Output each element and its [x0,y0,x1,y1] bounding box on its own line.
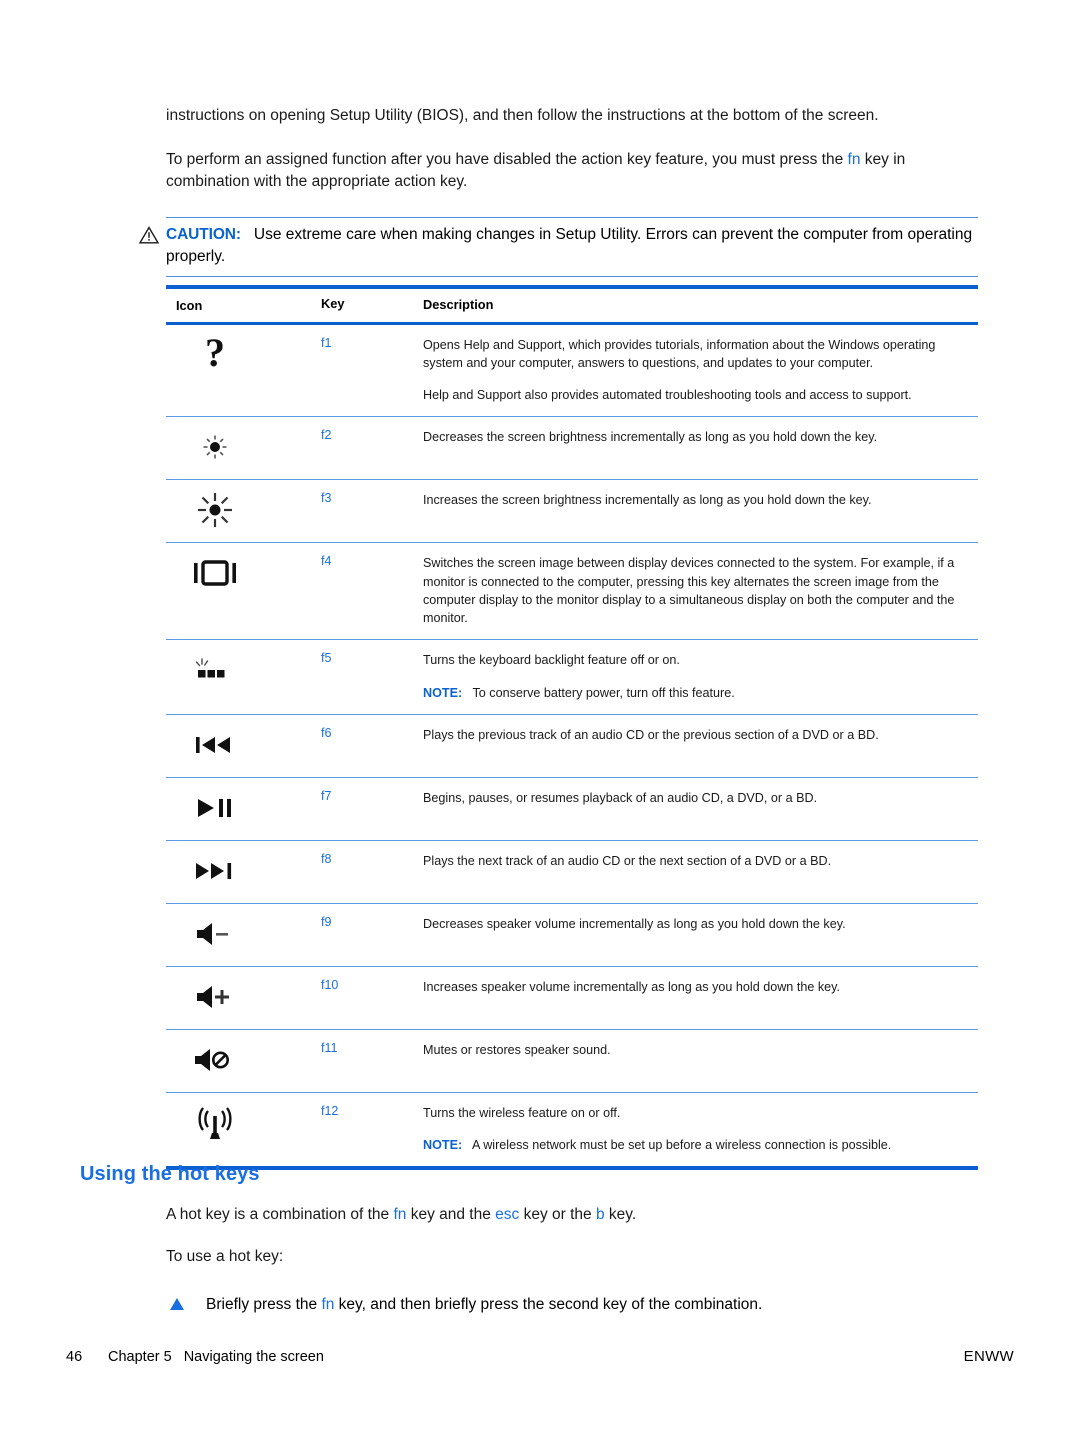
description-text: Turns the wireless feature on or off. [423,1105,621,1120]
wireless-icon [184,1101,246,1145]
section-body: A hot key is a combination of the fn key… [166,1204,978,1316]
document-page: instructions on opening Setup Utility (B… [0,0,1080,1437]
volume-down-icon [184,912,246,956]
hotkey-bullet-item: Briefly press the fn key, and then brief… [166,1294,978,1316]
volume-up-icon [184,975,246,1019]
description-text: Decreases the screen brightness incremen… [423,430,878,445]
intro-paragraph-2: To perform an assigned function after yo… [166,151,906,190]
table-row: f8 Plays the next track of an audio CD o… [166,841,978,904]
hotkey-intro-line: To use a hot key: [166,1248,284,1265]
table-row: f2 Decreases the screen brightness incre… [166,417,978,481]
key-label: f3 [321,491,332,506]
note-text: A wireless network must be set up before… [472,1138,892,1153]
table-row: f7 Begins, pauses, or resumes playback o… [166,778,978,841]
brightness-decrease-icon [184,425,246,469]
description-text: Decreases speaker volume incrementally a… [423,916,846,931]
question-mark-icon: ? [184,333,246,377]
description-text: Help and Support also provides automated… [423,388,912,403]
footer-chapter-title: Navigating the screen [183,1349,324,1365]
description-text: Increases the screen brightness incremen… [423,493,872,508]
key-label: f7 [321,788,332,803]
footer-right-label: ENWW [963,1348,1014,1365]
table-row: f10 Increases speaker volume incremental… [166,967,978,1030]
table-row: f11 Mutes or restores speaker sound. [166,1030,978,1093]
hotkey-bullet-text: Briefly press the fn key, and then brief… [206,1296,763,1313]
footer-page-number: 46 [66,1349,83,1365]
caution-label: CAUTION: [166,226,241,243]
table-row: f6 Plays the previous track of an audio … [166,715,978,778]
description-text: Plays the previous track of an audio CD … [423,727,879,742]
keyboard-backlight-icon [184,648,246,692]
key-label: f6 [321,725,332,740]
note-text: To conserve battery power, turn off this… [472,685,735,700]
intro-paragraph-1: instructions on opening Setup Utility (B… [166,107,879,124]
description-text: Turns the keyboard backlight feature off… [423,653,680,668]
inline-key-name: b [595,1206,605,1223]
volume-mute-icon [184,1038,246,1082]
description-text: Plays the next track of an audio CD or t… [423,853,832,868]
inline-key-name: fn [393,1206,407,1223]
table-row: f5 Turns the keyboard backlight feature … [166,640,978,715]
table-row: f4 Switches the screen image between dis… [166,543,978,641]
note-line: NOTE: A wireless network must be set up … [423,1136,968,1154]
inline-key-name: fn [847,151,861,168]
key-label: f11 [321,1040,338,1055]
key-label: f8 [321,851,332,866]
page-footer: 46 Chapter 5 Navigating the screen ENWW [66,1348,1014,1365]
footer-chapter: Chapter 5 [108,1349,172,1365]
description-text: Opens Help and Support, which provides t… [423,337,936,370]
switch-display-icon [184,551,246,595]
column-header-description: Description [423,297,494,312]
column-header-icon: Icon [176,297,203,313]
key-label: f1 [321,335,332,350]
section-heading: Using the hot keys [80,1163,260,1185]
caution-text: Use extreme care when making changes in … [166,226,973,265]
hotkey-definition-paragraph: A hot key is a combination of the fn key… [166,1206,637,1223]
note-label: NOTE: [423,685,463,700]
table-row: ? f1 Opens Help and Support, which provi… [166,325,978,418]
brightness-increase-icon [184,488,246,532]
action-keys-table: Icon Key Description ? f1 Opens Help and… [166,285,978,1171]
table-row: f3 Increases the screen brightness incre… [166,480,978,544]
note-line: NOTE: To conserve battery power, turn of… [423,684,968,702]
warning-triangle-icon [138,226,160,244]
description-text: Increases speaker volume incrementally a… [423,979,840,994]
previous-track-icon [184,723,246,767]
inline-key-name: fn [321,1296,335,1313]
key-label: f9 [321,914,332,929]
caution-callout: CAUTION: Use extreme care when making ch… [138,217,978,277]
column-header-key: Key [321,296,345,311]
key-label: f4 [321,554,332,569]
description-text: Mutes or restores speaker sound. [423,1042,611,1057]
description-text: Begins, pauses, or resumes playback of a… [423,790,818,805]
intro-text-block: instructions on opening Setup Utility (B… [166,105,978,215]
table-header-row: Icon Key Description [166,289,978,325]
triangle-bullet-icon [170,1298,184,1310]
key-label: f5 [321,651,332,666]
svg-text:?: ? [205,333,225,375]
key-label: f2 [321,428,332,443]
key-label: f12 [321,1103,339,1118]
inline-key-name: esc [495,1206,520,1223]
table-row: f12 Turns the wireless feature on or off… [166,1093,978,1167]
note-label: NOTE: [423,1138,463,1153]
table-row: f9 Decreases speaker volume incrementall… [166,904,978,967]
key-label: f10 [321,977,339,992]
play-pause-icon [184,786,246,830]
next-track-icon [184,849,246,893]
description-text: Switches the screen image between displa… [423,556,955,626]
